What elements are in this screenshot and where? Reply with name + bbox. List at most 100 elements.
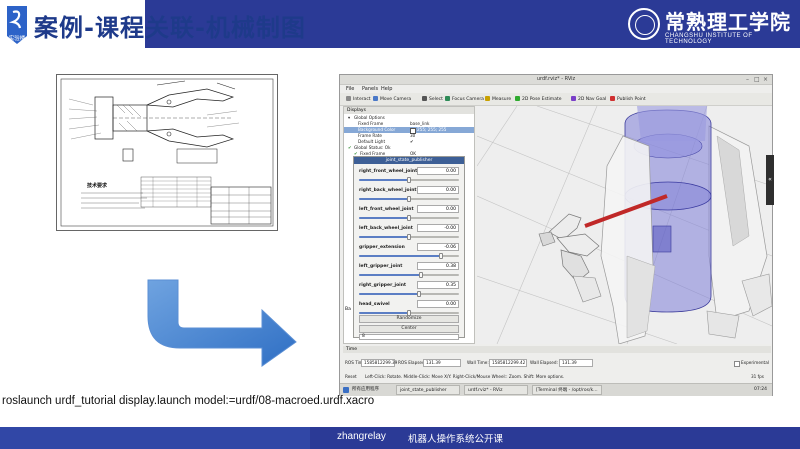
3d-viewport[interactable]	[477, 106, 772, 344]
wall-elapsed-label: Wall Elapsed:	[530, 360, 558, 365]
center-button[interactable]: Center	[359, 325, 459, 333]
tool-interact[interactable]: Interact	[346, 96, 371, 102]
header-bar: 实验楼 案例-课程关联-机械制图 常熟理工学院 CHANGSHU INSTITU…	[0, 0, 800, 48]
logo-text: 实验楼	[9, 34, 26, 42]
app-menu-icon[interactable]	[343, 387, 349, 393]
menu-panels[interactable]: Panels	[362, 85, 378, 93]
rviz-toolbar: Interact Move Camera Select Focus Camera Mea…	[340, 93, 772, 106]
taskbar-item[interactable]: [Terminal 终端 - /opt/ros/k…	[532, 385, 602, 395]
joint-slider-handle[interactable]	[407, 196, 411, 202]
maximize-icon[interactable]: □	[754, 76, 760, 83]
taskbar-item[interactable]: urdf.rviz* - RViz	[464, 385, 528, 395]
joint-name: right_front_wheel_joint	[359, 169, 418, 174]
joint-slider-fill	[359, 274, 421, 276]
joint-slider[interactable]	[359, 234, 459, 240]
joint-value-field[interactable]: 0.00	[417, 186, 459, 194]
jsp-title: joint_state_publisher	[354, 157, 464, 164]
joint-slider-fill	[359, 255, 441, 257]
measure-icon	[485, 96, 490, 101]
joint-value-field[interactable]: 0.35	[417, 281, 459, 289]
reset-button[interactable]: Reset	[345, 373, 357, 381]
collapse-right-panel-icon[interactable]: «	[766, 155, 774, 205]
joint-value-field[interactable]: 0.00	[417, 300, 459, 308]
tool-label: Interact	[353, 97, 371, 102]
status-bar: Reset Left-Click: Rotate. Middle-Click: …	[343, 373, 771, 381]
experimental-checkbox[interactable]	[734, 361, 740, 367]
slide-title: 案例-课程关联-机械制图	[34, 14, 306, 42]
joint-name: left_back_wheel_joint	[359, 226, 413, 231]
joint-row: left_gripper_joint 0.38	[359, 261, 459, 280]
wall-elapsed-field: 131.39	[559, 359, 593, 367]
joint-value-field[interactable]: -0.06	[417, 243, 459, 251]
tool-measure[interactable]: Measure	[485, 96, 511, 102]
joint-row: right_gripper_joint 0.35	[359, 280, 459, 299]
footer-bar: zhangrelay 机器人操作系统公开课	[0, 427, 800, 449]
time-panel-title: Time	[346, 347, 358, 352]
footer-accent	[0, 427, 310, 449]
joint-slider-handle[interactable]	[407, 215, 411, 221]
joint-name: right_back_wheel_joint	[359, 188, 417, 193]
joint-name: right_gripper_joint	[359, 283, 407, 288]
tool-focus-camera[interactable]: Focus Camera	[445, 96, 484, 102]
joint-slider-handle[interactable]	[417, 291, 421, 297]
joint-slider-handle[interactable]	[439, 253, 443, 259]
minimize-icon[interactable]: –	[746, 76, 749, 83]
joint-slider-handle[interactable]	[419, 272, 423, 278]
joint-value-field[interactable]: -0.00	[417, 224, 459, 232]
tool-nav-goal[interactable]: 2D Nav Goal	[571, 96, 606, 102]
rviz-window: urdf.rviz* - RViz – □ × File Panels Help…	[339, 74, 774, 396]
pose-estimate-icon	[515, 96, 520, 101]
desktop-taskbar: 所有应用程序 joint_state_publisher urdf.rviz* …	[340, 383, 772, 396]
joint-slider[interactable]	[359, 253, 459, 259]
joint-name: left_front_wheel_joint	[359, 207, 414, 212]
window-title: urdf.rviz* - RViz	[536, 76, 576, 82]
joint-value-field[interactable]: 0.00	[417, 205, 459, 213]
tool-select[interactable]: Select	[422, 96, 443, 102]
joint-slider[interactable]	[359, 310, 459, 316]
rviz-titlebar: urdf.rviz* - RViz	[340, 75, 772, 85]
tool-pose-estimate[interactable]: 2D Pose Estimate	[515, 96, 562, 102]
joint-slider-fill	[359, 312, 409, 314]
joint-row: right_front_wheel_joint 0.00	[359, 166, 459, 185]
status-hint: Left-Click: Rotate. Middle-Click: Move X…	[365, 374, 565, 379]
university-name-en: CHANGSHU INSTITUTE OF TECHNOLOGY	[665, 33, 753, 45]
university-seal-icon	[628, 8, 660, 40]
gripper-drawing-image: 技术要求	[60, 78, 274, 227]
tool-label: 2D Nav Goal	[578, 97, 607, 102]
footer-course: 机器人操作系统公开课	[408, 434, 504, 445]
ros-elapsed-label: ROS Elapsed:	[398, 360, 427, 365]
joint-row: left_back_wheel_joint -0.00	[359, 223, 459, 242]
ros-elapsed-field: 131.39	[423, 359, 461, 367]
joint-slider[interactable]	[359, 177, 459, 183]
spin-box[interactable]: 8	[359, 334, 459, 340]
wall-time-label: Wall Time:	[467, 360, 489, 365]
university-name: 常熟理工学院	[665, 10, 791, 34]
joint-slider[interactable]	[359, 272, 459, 278]
joint-slider-handle[interactable]	[407, 234, 411, 240]
joint-slider-handle[interactable]	[407, 310, 411, 316]
joint-value-field[interactable]: 0.00	[417, 167, 459, 175]
time-panel-header: Time	[343, 346, 771, 353]
tool-move-camera[interactable]: Move Camera	[373, 96, 411, 102]
joint-slider[interactable]	[359, 291, 459, 297]
joint-slider-fill	[359, 236, 409, 238]
menu-file[interactable]: File	[346, 85, 354, 93]
joint-slider-fill	[359, 179, 409, 181]
clock: 07:24	[754, 387, 767, 392]
close-icon[interactable]: ×	[763, 76, 768, 83]
displays-header: Displays	[344, 107, 474, 114]
tool-label: Focus Camera	[452, 97, 484, 102]
joint-slider[interactable]	[359, 196, 459, 202]
footer-author: zhangrelay	[337, 431, 386, 442]
taskbar-item[interactable]: joint_state_publisher	[396, 385, 460, 395]
joint-slider-handle[interactable]	[407, 177, 411, 183]
menu-bar: File Panels Help	[340, 85, 772, 93]
joint-state-publisher-window: joint_state_publisher Randomize Center 8…	[353, 156, 465, 340]
joint-slider[interactable]	[359, 215, 459, 221]
joint-row: left_front_wheel_joint 0.00	[359, 204, 459, 223]
joint-value-field[interactable]: 0.38	[417, 262, 459, 270]
tool-label: Publish Point	[617, 97, 646, 102]
menu-help[interactable]: Help	[381, 85, 392, 93]
fps-label: 31 fps	[751, 374, 764, 379]
tool-publish-point[interactable]: Publish Point	[610, 96, 646, 102]
